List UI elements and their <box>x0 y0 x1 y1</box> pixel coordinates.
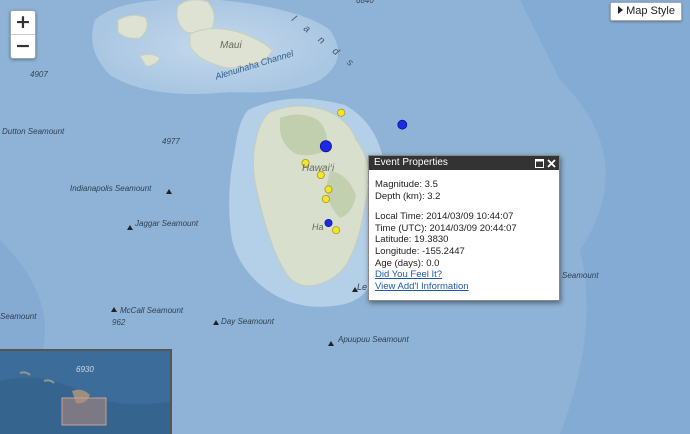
popup-age: Age (days): 0.0 <box>375 257 440 269</box>
earthquake-marker-3[interactable] <box>319 140 332 153</box>
seamount-label-day: Day Seamount <box>221 317 274 326</box>
depth-label-4907: 4907 <box>30 70 48 79</box>
overview-extent-box[interactable] <box>61 397 107 426</box>
map-style-button[interactable]: Map Style <box>610 2 682 21</box>
depth-label-top: 6840 <box>356 0 374 5</box>
popup-magnitude: Magnitude: 3.5 <box>375 179 438 190</box>
seamount-label-left: Seamount <box>0 312 37 321</box>
earthquake-marker-9[interactable] <box>324 218 333 227</box>
seamount-label-mccall: McCall Seamount <box>120 306 184 315</box>
popup-utc-time: Time (UTC): 2014/03/09 20:44:07 <box>375 222 517 234</box>
depth-label-6930: 6930 <box>76 365 94 374</box>
partial-label-le: Le <box>357 282 368 292</box>
partial-label-ha: Ha <box>312 222 324 232</box>
overview-map-graphic <box>0 351 170 434</box>
seamount-label-apuupuu: Apuupuu Seamount <box>338 335 409 344</box>
view-additional-info-link[interactable]: View Add'l Information <box>375 281 553 293</box>
earthquake-marker-1[interactable] <box>337 108 346 117</box>
event-properties-popup: Event Properties Magnitude: 3.5 Depth (k… <box>368 155 560 301</box>
depth-label-962: 962 <box>112 318 126 327</box>
earthquake-marker-10[interactable] <box>332 226 341 235</box>
popup-body: Magnitude: 3.5 Depth (km): 3.2 Local Tim… <box>369 170 559 292</box>
earthquake-marker-2[interactable] <box>397 119 408 130</box>
map-style-label: Map Style <box>626 5 675 17</box>
lanai-island <box>117 14 148 39</box>
popup-depth: Depth (km): 3.2 <box>375 190 441 202</box>
earthquake-marker-6[interactable] <box>324 185 333 194</box>
zoom-control: + − <box>10 10 36 59</box>
maximize-icon[interactable] <box>535 158 544 168</box>
triangle-right-icon <box>618 6 624 14</box>
did-you-feel-it-link[interactable]: Did You Feel It? <box>375 269 553 281</box>
seamount-label-right: Seamount <box>562 271 599 280</box>
seamount-label-jaggar: Jaggar Seamount <box>135 219 199 228</box>
island-label-hawaii: Hawai‘i <box>302 163 335 174</box>
zoom-in-button[interactable]: + <box>11 11 35 34</box>
seamount-label-indianapolis: Indianapolis Seamount <box>70 184 152 193</box>
popup-local-time: Local Time: 2014/03/09 10:44:07 <box>375 211 514 223</box>
zoom-out-button[interactable]: − <box>11 34 35 58</box>
depth-label-4977: 4977 <box>162 137 180 146</box>
popup-latitude: Latitude: 19.3830 <box>375 234 449 246</box>
popup-longitude: Longitude: -155.2447 <box>375 245 465 257</box>
popup-header: Event Properties <box>369 156 559 170</box>
popup-title: Event Properties <box>374 157 448 168</box>
earthquake-marker-7[interactable] <box>321 194 330 203</box>
island-label-maui: Maui <box>220 40 242 51</box>
overview-map[interactable]: 6930 <box>0 349 172 434</box>
seamount-label-dutton: Dutton Seamount <box>2 127 65 136</box>
close-icon[interactable] <box>547 158 556 168</box>
